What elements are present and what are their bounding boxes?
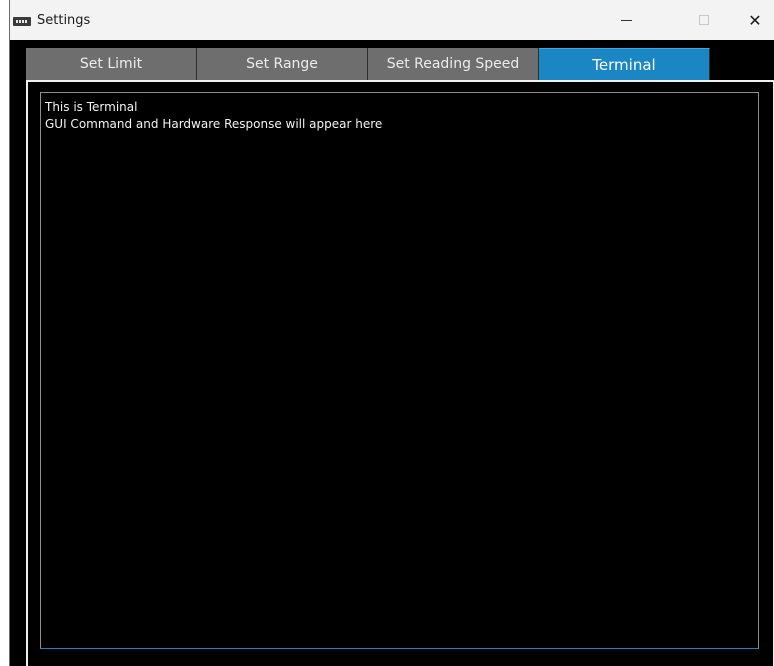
title-bar[interactable]: Settings ✕ <box>10 0 774 40</box>
terminal-output[interactable]: This is Terminal GUI Command and Hardwar… <box>40 92 759 649</box>
close-icon: ✕ <box>748 10 762 30</box>
terminal-line: This is Terminal <box>45 100 138 114</box>
tab-set-range[interactable]: Set Range <box>197 48 368 80</box>
tab-bar: Set Limit Set Range Set Reading Speed Te… <box>26 48 710 80</box>
minimize-icon <box>620 19 632 21</box>
window-title: Settings <box>37 13 91 28</box>
maximize-icon <box>699 15 709 25</box>
app-icon <box>13 17 31 26</box>
tab-panel: This is Terminal GUI Command and Hardwar… <box>26 80 774 666</box>
terminal-line: GUI Command and Hardware Response will a… <box>45 117 383 131</box>
maximize-button[interactable] <box>681 0 727 40</box>
tab-set-limit[interactable]: Set Limit <box>26 48 197 80</box>
settings-window: Settings ✕ Set Limit Set Range Set Readi… <box>9 0 774 666</box>
tab-terminal[interactable]: Terminal <box>539 48 710 80</box>
close-button[interactable]: ✕ <box>732 0 774 40</box>
tab-set-reading-speed[interactable]: Set Reading Speed <box>368 48 539 80</box>
minimize-button[interactable] <box>603 0 649 40</box>
